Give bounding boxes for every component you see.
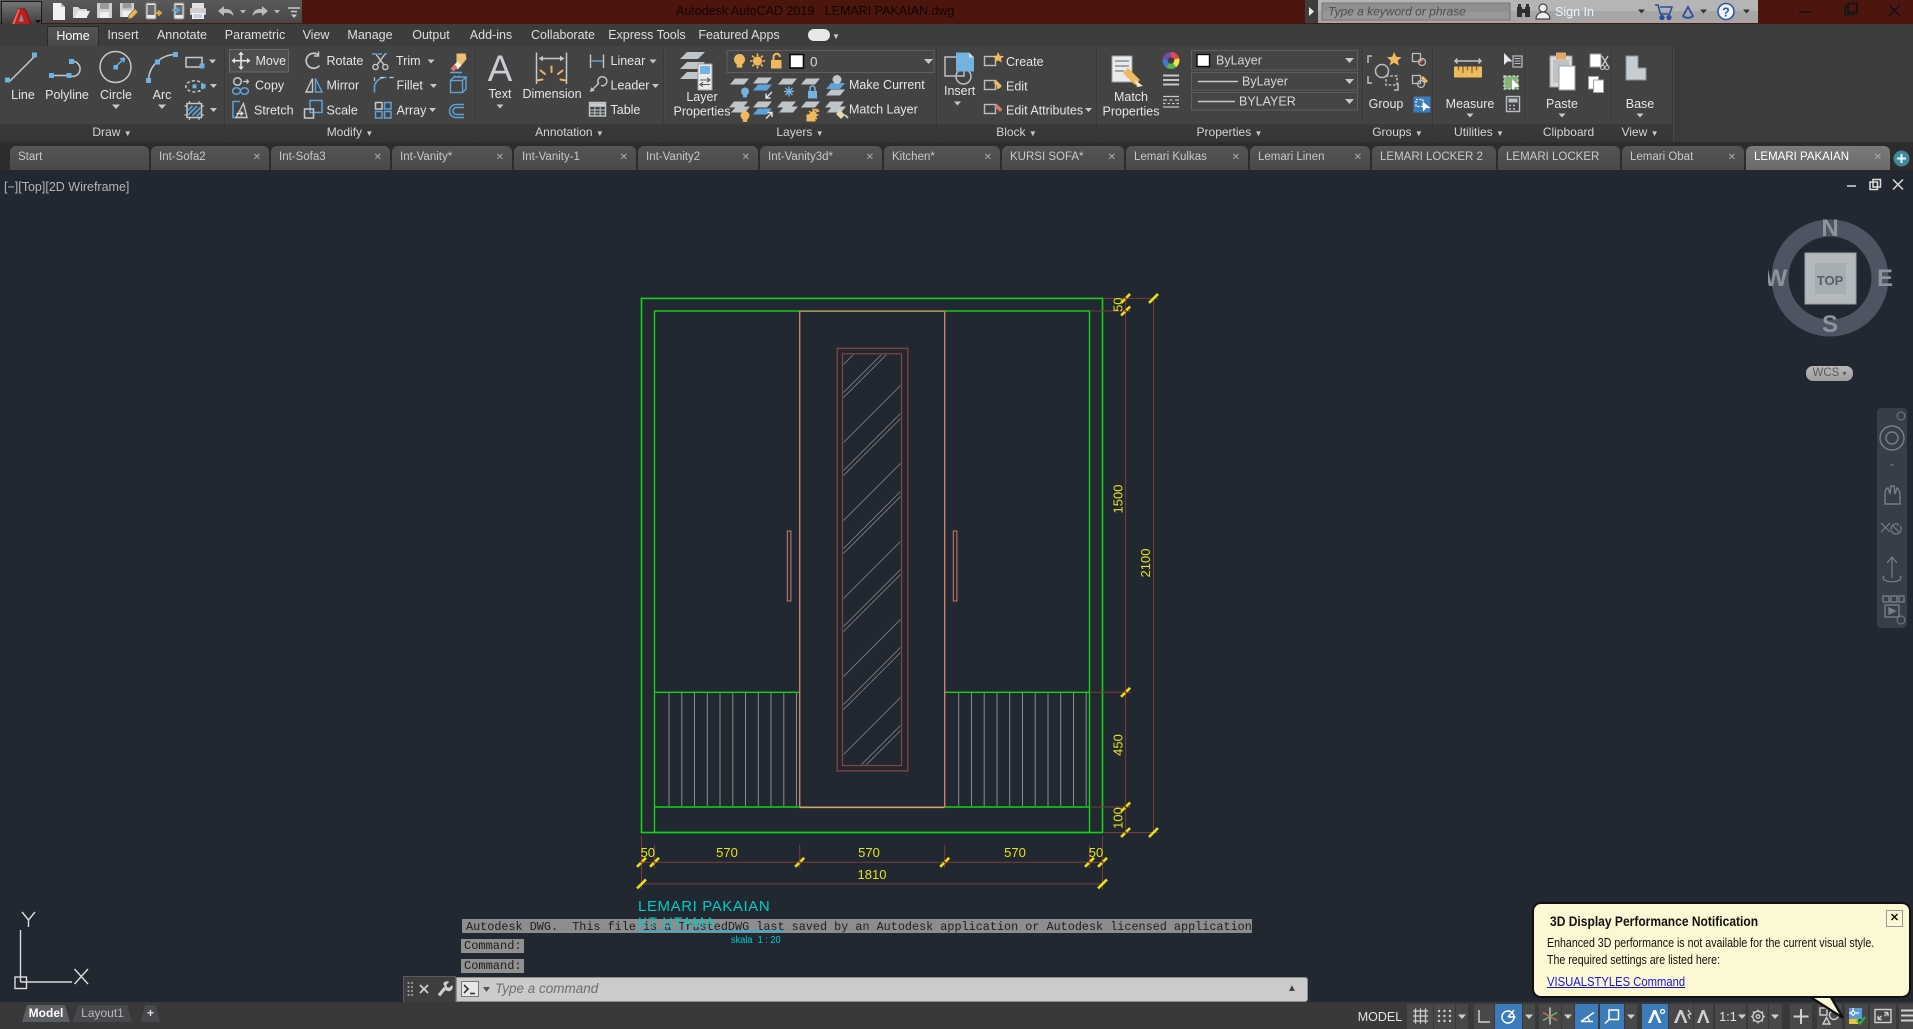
svg-text:Polyline: Polyline (45, 88, 89, 102)
svg-text:0: 0 (810, 55, 818, 70)
svg-text:TOP: TOP (1817, 273, 1844, 288)
svg-text:50: 50 (641, 845, 655, 860)
svg-text:Trim: Trim (396, 54, 421, 68)
svg-text:570: 570 (716, 845, 738, 860)
svg-text:Match: Match (1114, 90, 1148, 104)
svg-text:Create: Create (1006, 55, 1044, 69)
svg-text:1810: 1810 (858, 867, 887, 882)
svg-text:Edit Attributes: Edit Attributes (1006, 104, 1083, 118)
svg-text:450: 450 (1110, 734, 1125, 756)
svg-text:2100: 2100 (1138, 549, 1153, 578)
svg-text:1500: 1500 (1110, 485, 1125, 514)
svg-text:N: N (1821, 215, 1838, 242)
svg-text:Scale: Scale (327, 103, 358, 117)
svg-text:Insert: Insert (944, 84, 976, 98)
svg-text:Linear: Linear (611, 54, 646, 68)
svg-text:ByLayer: ByLayer (1216, 54, 1262, 68)
svg-text:100: 100 (1110, 807, 1125, 829)
svg-text:BYLAYER: BYLAYER (1239, 95, 1296, 109)
svg-text:Make Current: Make Current (849, 78, 925, 92)
svg-text:Properties: Properties (674, 105, 731, 119)
svg-text:Leader: Leader (611, 78, 650, 92)
svg-text:A: A (488, 48, 513, 89)
svg-text:S: S (1822, 311, 1838, 338)
svg-text:Properties: Properties (1103, 105, 1160, 119)
svg-text:Layer: Layer (686, 90, 717, 104)
svg-text:50: 50 (1089, 845, 1103, 860)
svg-text:1:1: 1:1 (1719, 1010, 1736, 1024)
svg-text:W: W (1768, 265, 1788, 292)
svg-text:Table: Table (611, 103, 641, 117)
svg-text:Array: Array (397, 103, 428, 117)
svg-text:Arc: Arc (153, 88, 172, 102)
svg-text:Type a keyword or phrase: Type a keyword or phrase (1328, 5, 1466, 19)
svg-text:Circle: Circle (100, 88, 132, 102)
svg-text:Mirror: Mirror (327, 79, 360, 93)
svg-text:Match Layer: Match Layer (849, 103, 918, 117)
svg-text:MODEL: MODEL (1358, 1010, 1403, 1024)
svg-text:570: 570 (1004, 845, 1026, 860)
svg-text:Edit: Edit (1006, 79, 1028, 93)
svg-text:50: 50 (1110, 297, 1125, 311)
svg-text:Group: Group (1369, 97, 1404, 111)
svg-text:?: ? (1722, 6, 1730, 20)
svg-text:Stretch: Stretch (254, 103, 294, 117)
svg-text:Sign In: Sign In (1555, 5, 1594, 19)
svg-text:Copy: Copy (255, 79, 285, 93)
svg-text:Line: Line (11, 88, 35, 102)
svg-text:E: E (1877, 265, 1893, 292)
svg-text:570: 570 (858, 845, 880, 860)
svg-text:Base: Base (1626, 97, 1655, 111)
svg-text:Paste: Paste (1546, 97, 1578, 111)
svg-text:Fillet: Fillet (397, 79, 424, 93)
svg-text:Move: Move (256, 54, 287, 68)
svg-text:Measure: Measure (1446, 97, 1495, 111)
svg-text:ByLayer: ByLayer (1242, 75, 1288, 89)
svg-text:Dimension: Dimension (522, 87, 581, 101)
svg-text:Text: Text (489, 87, 512, 101)
svg-text:Rotate: Rotate (327, 54, 364, 68)
